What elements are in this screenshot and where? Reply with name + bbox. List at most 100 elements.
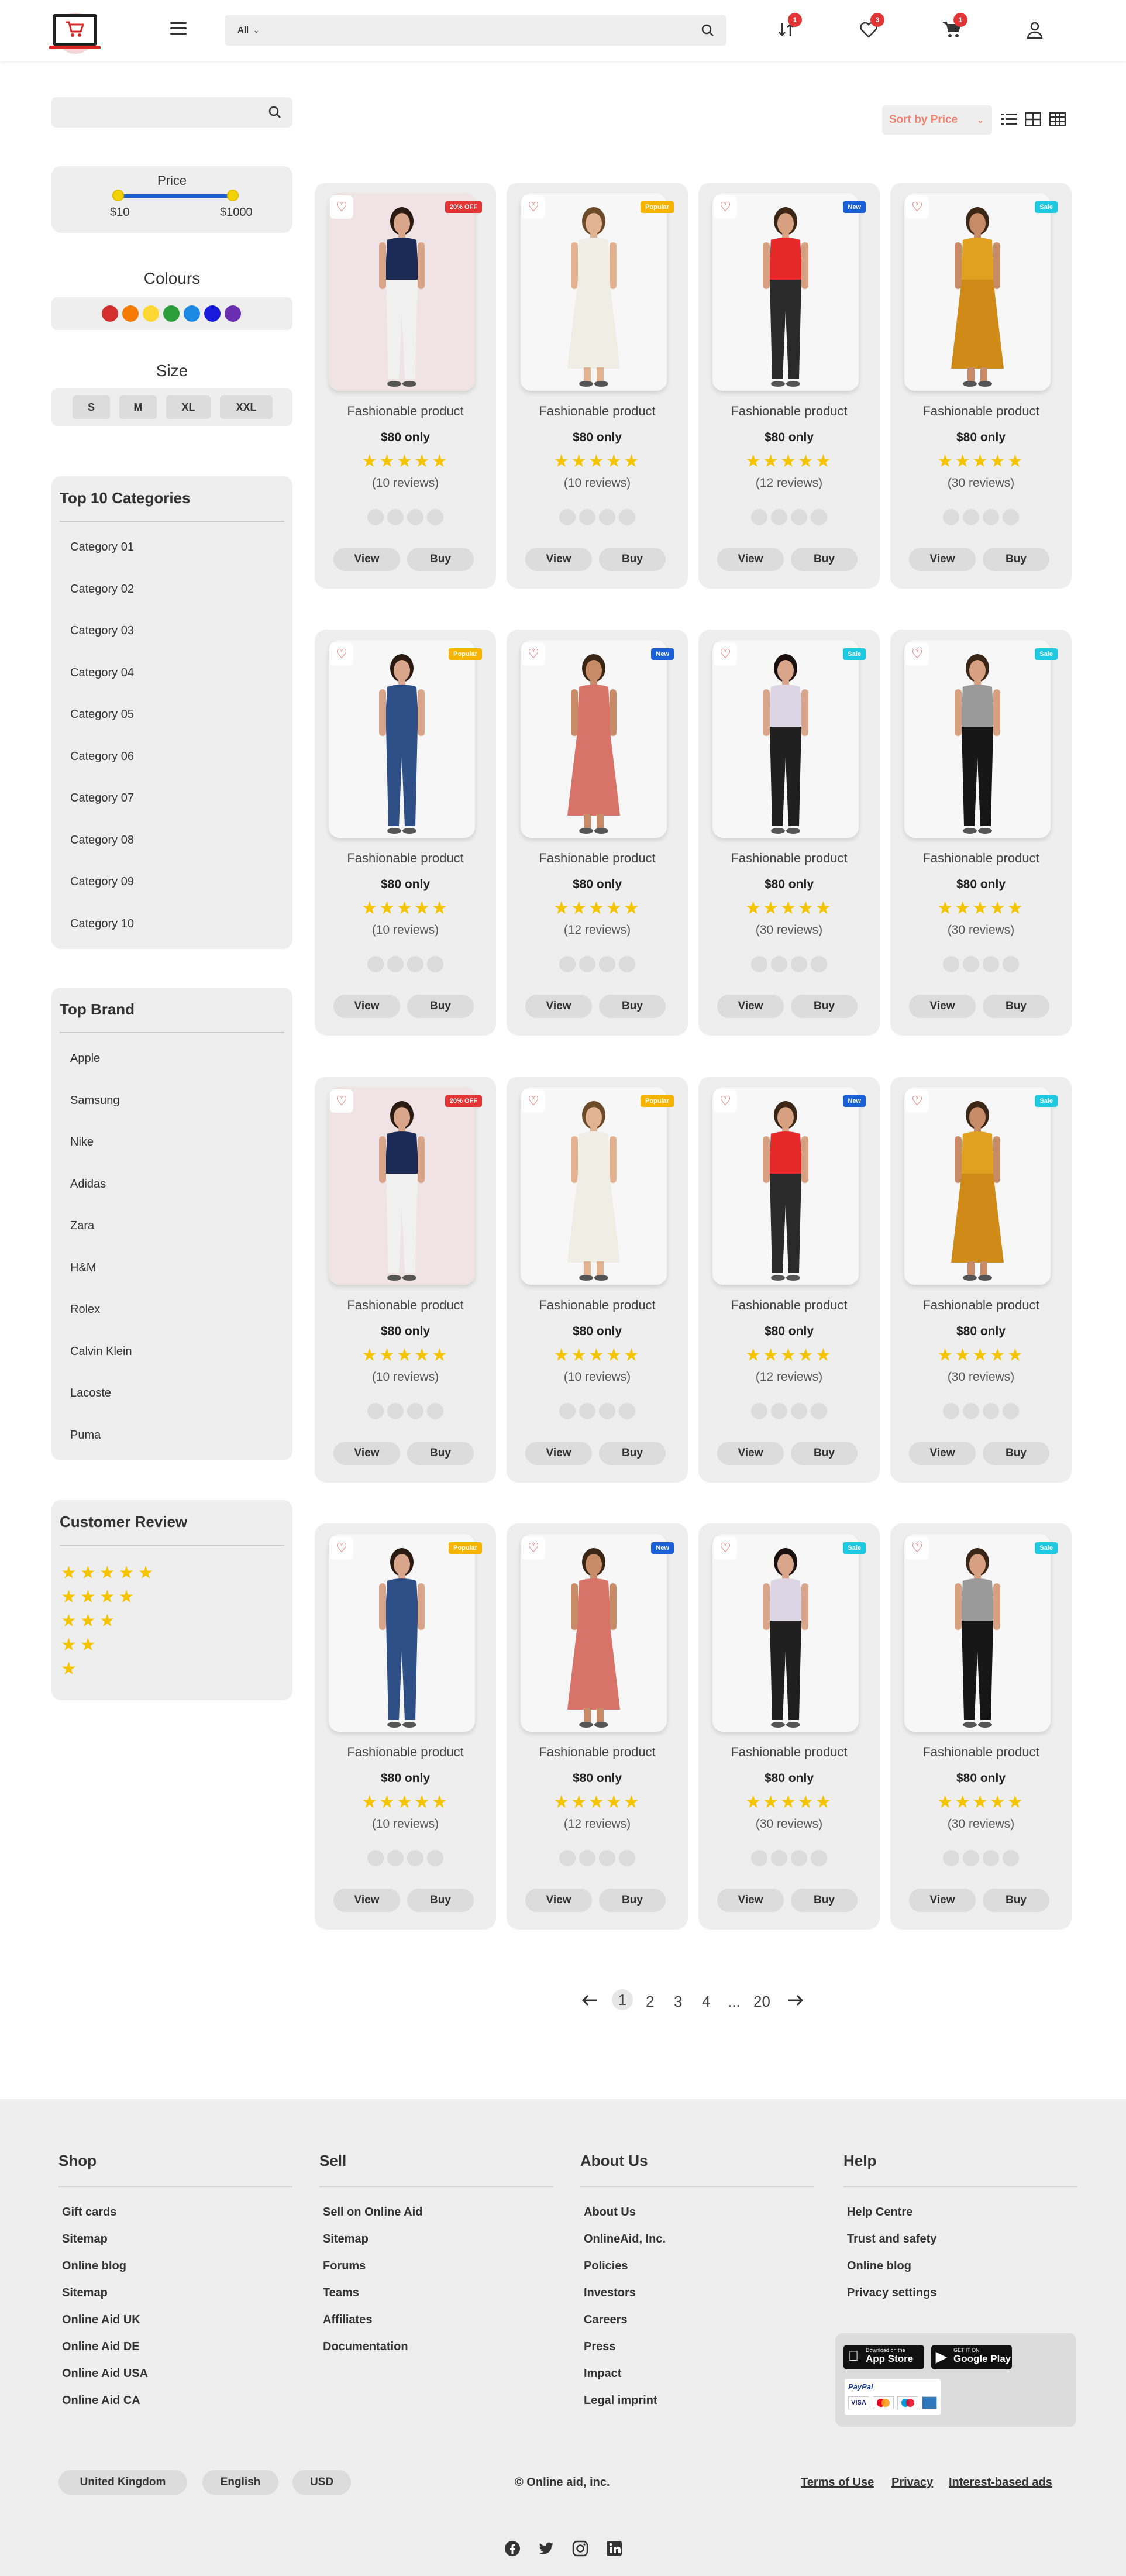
colour-option-dot[interactable] (1003, 1403, 1019, 1419)
view-button[interactable]: View (717, 1889, 784, 1912)
brand-item[interactable]: Apple (70, 1052, 100, 1065)
product-card[interactable]: ♡ Sale Fashionable product $80 only ★★★★★ (30… (890, 1523, 1072, 1930)
product-image[interactable] (904, 1534, 1051, 1732)
colour-option-dot[interactable] (983, 956, 999, 972)
product-image[interactable] (521, 1534, 667, 1732)
colour-option-dot[interactable] (427, 1403, 443, 1419)
review-filter-3-stars[interactable]: ★★★ (61, 1612, 119, 1630)
colour-option-dot[interactable] (963, 1403, 979, 1419)
footer-link[interactable]: Affiliates (323, 2313, 372, 2327)
product-name[interactable]: Fashionable product (698, 851, 880, 866)
view-button[interactable]: View (525, 548, 592, 571)
colour-option-dot[interactable] (559, 1403, 576, 1419)
view-button[interactable]: View (909, 1442, 976, 1465)
brand-item[interactable]: Adidas (70, 1178, 106, 1191)
colour-option-dot[interactable] (751, 1850, 767, 1866)
search-category-select[interactable]: All ⌄ (237, 25, 259, 35)
view-button[interactable]: View (909, 1889, 976, 1912)
product-name[interactable]: Fashionable product (315, 851, 496, 866)
price-max-handle[interactable] (227, 190, 239, 201)
product-card[interactable]: ♡ New Fashionable product $80 only ★★★★★ (12 … (698, 183, 880, 589)
buy-button[interactable]: Buy (983, 1889, 1049, 1912)
footer-link[interactable]: Online Aid CA (62, 2394, 140, 2408)
view-button[interactable]: View (717, 548, 784, 571)
product-card[interactable]: ♡ Popular Fashionable product $80 only ★★★★★… (507, 1077, 688, 1483)
product-card[interactable]: ♡ Popular Fashionable product $80 only ★★★★★… (315, 1523, 496, 1930)
colour-option-dot[interactable] (427, 509, 443, 525)
category-item[interactable]: Category 08 (70, 834, 134, 847)
colour-option-dot[interactable] (559, 1850, 576, 1866)
twitter-icon[interactable] (538, 2540, 555, 2560)
footer-link[interactable]: Impact (584, 2367, 621, 2381)
category-item[interactable]: Category 09 (70, 875, 134, 889)
colour-option-dot[interactable] (963, 956, 979, 972)
buy-button[interactable]: Buy (983, 995, 1049, 1018)
colour-option-dot[interactable] (387, 509, 404, 525)
product-name[interactable]: Fashionable product (890, 1298, 1072, 1313)
colour-option-dot[interactable] (771, 1850, 787, 1866)
menu-icon[interactable] (170, 22, 187, 35)
compare-button[interactable]: 1 (776, 13, 802, 40)
interest-ads-link[interactable]: Interest-based ads (949, 2476, 1052, 2489)
brand-item[interactable]: Nike (70, 1136, 94, 1149)
product-card[interactable]: ♡ 20% OFF Fashionable product $80 only ★★★★★… (315, 183, 496, 589)
colour-option-dot[interactable] (811, 1850, 827, 1866)
colour-option-dot[interactable] (579, 956, 595, 972)
sort-select[interactable]: Sort by Price ⌄ (882, 105, 992, 135)
product-card[interactable]: ♡ Sale Fashionable product $80 only ★★★★★ (30… (698, 1523, 880, 1930)
colour-option-dot[interactable] (943, 1403, 959, 1419)
colour-option-dot[interactable] (771, 509, 787, 525)
product-name[interactable]: Fashionable product (315, 1298, 496, 1313)
next-page-icon[interactable] (787, 1993, 804, 2011)
footer-link[interactable]: Sitemap (62, 2286, 108, 2300)
view-button[interactable]: View (525, 1889, 592, 1912)
footer-link[interactable]: Help Centre (847, 2206, 912, 2219)
colour-option-dot[interactable] (579, 509, 595, 525)
buy-button[interactable]: Buy (599, 1889, 666, 1912)
colour-option-dot[interactable] (599, 509, 615, 525)
view-button[interactable]: View (525, 995, 592, 1018)
heart-icon[interactable]: ♡ (905, 1536, 929, 1560)
colour-option-dot[interactable] (619, 509, 635, 525)
buy-button[interactable]: Buy (407, 1889, 474, 1912)
footer-link[interactable]: Legal imprint (584, 2394, 657, 2408)
buy-button[interactable]: Buy (599, 1442, 666, 1465)
buy-button[interactable]: Buy (599, 548, 666, 571)
header-search-input[interactable] (283, 21, 681, 40)
product-card[interactable]: ♡ Sale Fashionable product $80 only ★★★★★ (30… (890, 1077, 1072, 1483)
colour-option-dot[interactable] (751, 1403, 767, 1419)
currency-selector[interactable]: USD (292, 2470, 351, 2495)
google-play-button[interactable]: ▶ GET IT ON Google Play (931, 2345, 1012, 2369)
footer-link[interactable]: Online Aid UK (62, 2313, 140, 2327)
heart-icon[interactable]: ♡ (905, 1089, 929, 1113)
page-link-1[interactable]: 1 (612, 1989, 633, 2010)
page-link-20[interactable]: 20 (753, 1993, 770, 2011)
footer-link[interactable]: Trust and safety (847, 2233, 936, 2246)
footer-link[interactable]: About Us (584, 2206, 636, 2219)
footer-link[interactable]: Online Aid USA (62, 2367, 148, 2381)
category-item[interactable]: Category 10 (70, 917, 134, 931)
colour-option-dot[interactable] (387, 1850, 404, 1866)
linkedin-icon[interactable] (606, 2540, 622, 2560)
colour-option-dot[interactable] (407, 956, 423, 972)
view-button[interactable]: View (333, 548, 400, 571)
footer-link[interactable]: Careers (584, 2313, 628, 2327)
view-button[interactable]: View (717, 1442, 784, 1465)
colour-swatch[interactable] (102, 305, 118, 322)
category-item[interactable]: Category 07 (70, 792, 134, 805)
footer-link[interactable]: Sell on Online Aid (323, 2206, 422, 2219)
heart-icon[interactable]: ♡ (330, 195, 353, 219)
colour-option-dot[interactable] (983, 509, 999, 525)
buy-button[interactable]: Buy (791, 548, 858, 571)
product-image[interactable] (904, 640, 1051, 838)
colour-option-dot[interactable] (791, 1850, 807, 1866)
colour-option-dot[interactable] (963, 509, 979, 525)
product-card[interactable]: ♡ New Fashionable product $80 only ★★★★★ (12 … (698, 1077, 880, 1483)
product-image[interactable] (521, 193, 667, 391)
category-item[interactable]: Category 06 (70, 750, 134, 763)
product-name[interactable]: Fashionable product (890, 851, 1072, 866)
product-name[interactable]: Fashionable product (507, 404, 688, 419)
cart-button[interactable]: 1 (942, 13, 967, 40)
size-option-s[interactable]: S (73, 395, 110, 419)
footer-link[interactable]: Investors (584, 2286, 636, 2300)
